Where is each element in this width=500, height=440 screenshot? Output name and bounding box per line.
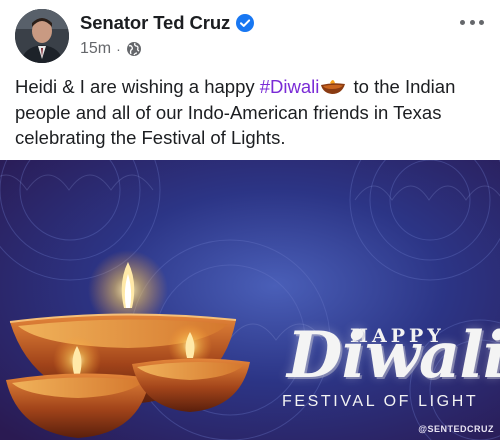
post-text: Heidi & I are wishing a happy #Diwali to… — [15, 74, 490, 151]
globe-icon[interactable] — [126, 41, 142, 57]
diwali-title: Diwali — [287, 318, 500, 393]
meta-separator: · — [116, 41, 121, 57]
dot-icon — [479, 19, 484, 25]
post-header: Senator Ted Cruz 15m · — [0, 0, 500, 68]
dot-icon — [469, 19, 475, 25]
post-text-start: Heidi & I are wishing a happy — [15, 76, 260, 97]
festival-of-light-text: FESTIVAL OF LIGHT — [282, 393, 479, 410]
timestamp[interactable]: 15m — [80, 40, 111, 58]
verified-badge-icon — [236, 14, 255, 32]
post-meta: 15m · — [80, 40, 142, 58]
author-row: Senator Ted Cruz — [80, 12, 255, 34]
more-options-button[interactable] — [458, 12, 486, 32]
avatar[interactable] — [15, 9, 69, 63]
avatar-photo — [15, 9, 69, 63]
dot-icon — [460, 19, 465, 25]
hashtag-link[interactable]: #Diwali — [260, 76, 320, 97]
diya-emoji-icon — [321, 80, 346, 94]
author-name[interactable]: Senator Ted Cruz — [80, 12, 230, 34]
watermark: @SENTEDCRUZ — [418, 424, 494, 434]
